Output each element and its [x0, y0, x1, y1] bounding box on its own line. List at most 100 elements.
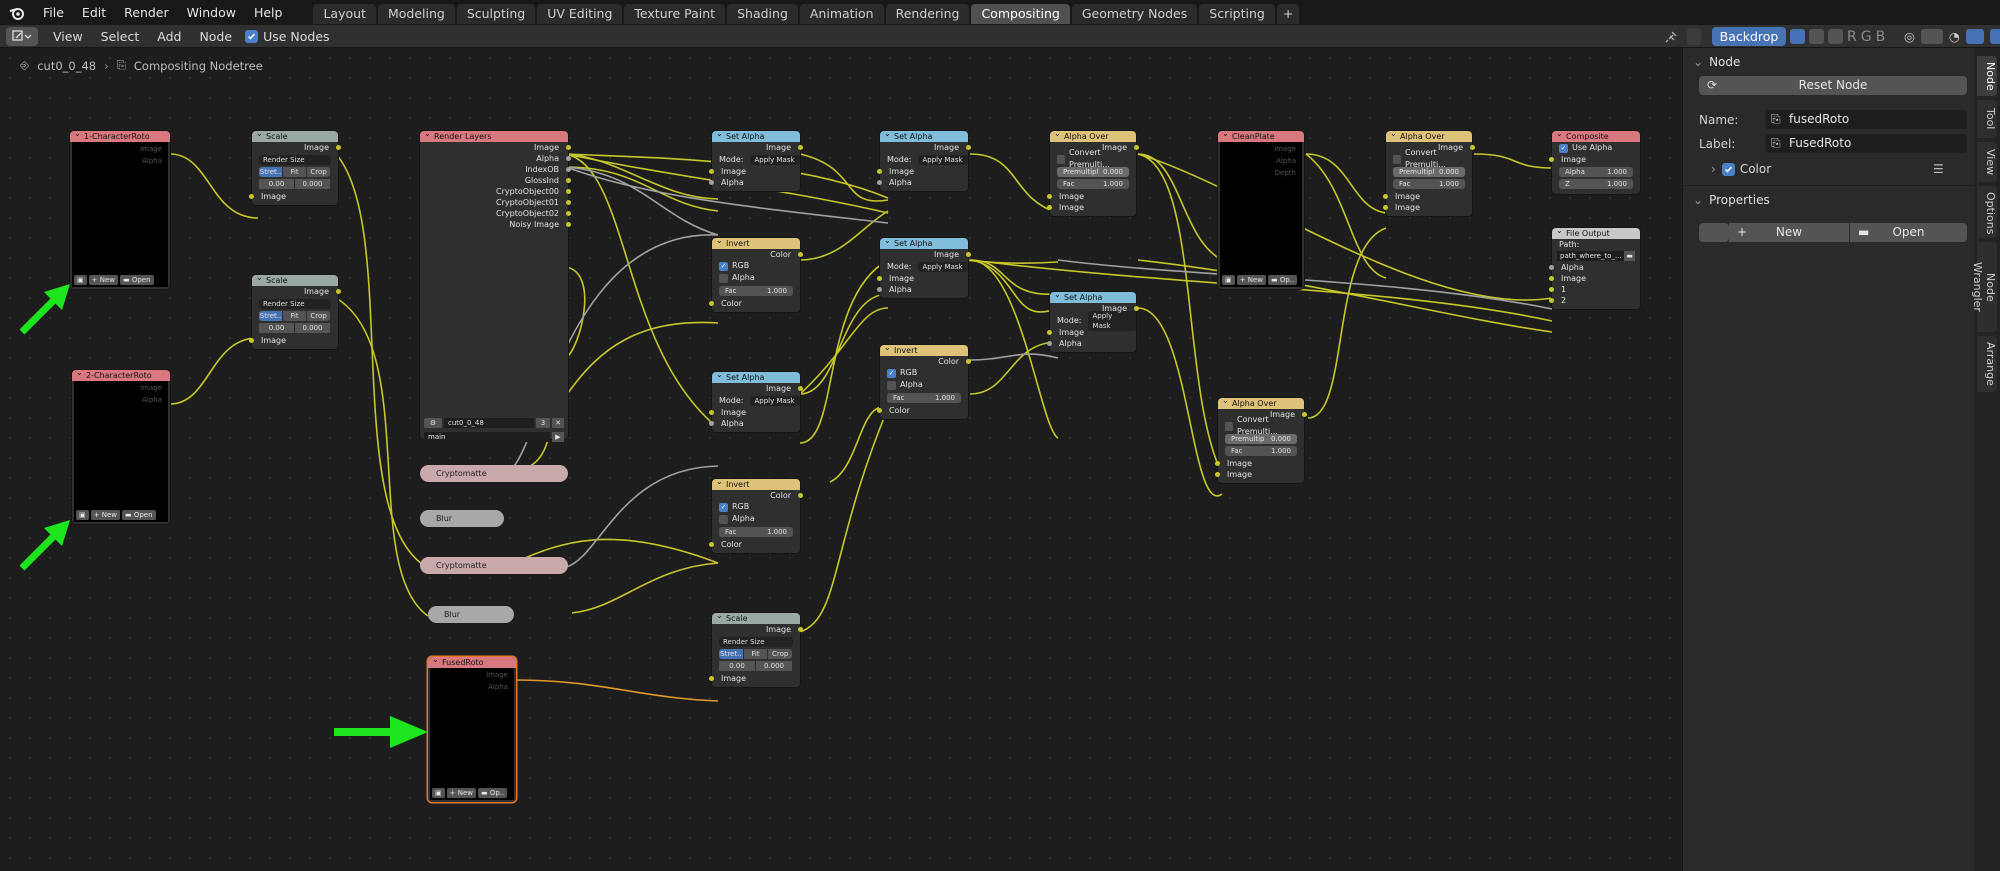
new-image-button[interactable]: + New — [446, 788, 476, 798]
node-1-characterroto[interactable]: 1-CharacterRoto Image Alpha ▣+ New▬ Open — [70, 128, 170, 289]
backdrop-button[interactable]: Backdrop — [1712, 27, 1786, 46]
sidebar-tab-node-wrangler[interactable]: Node Wrangler — [1971, 242, 1997, 332]
node-header[interactable]: Alpha Over — [1050, 128, 1136, 142]
color-subpanel[interactable]: › Color — [1711, 162, 1771, 176]
output-cryptoobject00[interactable]: CryptoObject00 — [420, 186, 571, 197]
convert-premultiplied-checkbox[interactable]: Convert Premulti... — [1386, 148, 1472, 169]
node-blur-2[interactable]: Blur — [428, 606, 514, 623]
display-alpha-icon[interactable] — [1809, 29, 1824, 44]
open-image-button[interactable]: ▬ Open — [120, 275, 154, 285]
output-image[interactable]: Image — [880, 142, 971, 153]
input-alpha[interactable]: Alpha — [709, 177, 800, 188]
color-checkbox[interactable] — [1721, 162, 1735, 176]
node-alpha-over-3[interactable]: Alpha Over Image Convert Premulti... Pre… — [1215, 395, 1307, 483]
label-field[interactable]: ⎘ FusedRoto — [1765, 134, 1967, 153]
menu-file[interactable]: File — [34, 5, 73, 20]
output-alpha[interactable]: Alpha — [420, 153, 571, 164]
output-image[interactable]: Image — [1386, 142, 1475, 153]
node-invert-1[interactable]: Invert Color ✓RGB Alpha Fac1.000 Color — [709, 235, 803, 312]
tab-texture-paint[interactable]: Texture Paint — [624, 3, 726, 24]
node-header[interactable]: Set Alpha — [880, 235, 968, 249]
scale-space-dropdown[interactable]: Render Size — [259, 155, 331, 165]
output-color[interactable]: Color — [712, 490, 803, 501]
node-header[interactable]: Render Layers — [420, 128, 568, 142]
list-icon[interactable]: ☰ — [1933, 162, 1944, 176]
input-image-1[interactable]: Image — [1215, 458, 1304, 469]
pin-icon[interactable] — [1664, 28, 1678, 45]
snap-icon[interactable]: ◎ — [1904, 29, 1915, 44]
open-image-button[interactable]: ▬ Open — [122, 510, 156, 520]
offset-fields[interactable]: 0.00 0.000 — [259, 179, 331, 189]
node-header[interactable]: 1-CharacterRoto — [70, 128, 170, 142]
sidebar-tab-view[interactable]: View — [1977, 142, 1997, 182]
display-image-alpha-icon[interactable] — [1828, 29, 1843, 44]
tab-modeling[interactable]: Modeling — [377, 3, 455, 24]
new-image-button[interactable]: + New — [88, 275, 118, 285]
rgb-checkbox[interactable]: ✓ RGB — [712, 501, 800, 513]
node-cryptomatte-2[interactable]: Cryptomatte — [420, 557, 568, 574]
folder-icon[interactable]: ▬ — [1624, 251, 1635, 261]
tab-shading[interactable]: Shading — [727, 3, 798, 24]
properties-new-button[interactable]: + New — [1729, 223, 1849, 242]
new-image-button[interactable]: + New — [90, 510, 120, 520]
fac-slider[interactable]: Fac 1.000 — [719, 286, 793, 296]
name-field[interactable]: ⎘ fusedRoto — [1765, 110, 1967, 129]
mode-field[interactable]: Mode: Apply Mask — [712, 153, 800, 166]
node-panel-header[interactable]: ⌄ Node — [1683, 52, 1974, 72]
image-browse-icon[interactable] — [1699, 223, 1729, 242]
node-header[interactable]: CleanPlate — [1218, 128, 1304, 142]
fac-slider[interactable]: Fac 1.000 — [719, 527, 793, 537]
node-invert-2[interactable]: Invert Color ✓RGB Alpha Fac1.000 Color — [709, 476, 803, 553]
premultiplied-field[interactable]: Premultip 0.000 — [1225, 434, 1297, 444]
scale-space-dropdown[interactable]: Render Size — [259, 299, 331, 309]
node-invert-3[interactable]: Invert Color ✓RGB Alpha Fac1.000 Color — [877, 342, 971, 419]
node-header[interactable]: FusedRoto — [428, 654, 516, 668]
use-nodes-checkbox[interactable] — [245, 29, 259, 43]
node-header[interactable]: Alpha Over — [1218, 395, 1304, 409]
node-alpha-over-2[interactable]: Alpha Over Image Convert Premulti... Pre… — [1383, 128, 1475, 216]
new-image-button[interactable]: + New — [1236, 275, 1266, 285]
frame-type-buttons[interactable]: Stret.. Fit Crop — [259, 167, 331, 177]
output-color[interactable]: Color — [880, 356, 971, 367]
input-image[interactable]: Image — [877, 273, 968, 284]
input-image-2[interactable]: Image — [1383, 202, 1472, 213]
input-alpha[interactable]: Alpha — [877, 177, 968, 188]
input-color[interactable]: Color — [709, 298, 800, 309]
scale-space-dropdown[interactable]: Render Size — [719, 637, 793, 647]
mode-field[interactable]: Mode: Apply Mask — [880, 260, 968, 273]
channel-r[interactable]: R — [1847, 29, 1857, 45]
output-image[interactable]: Image — [880, 249, 971, 260]
sidebar-tab-arrange[interactable]: Arrange — [1977, 336, 1997, 392]
input-image[interactable]: Image — [709, 407, 800, 418]
output-image[interactable]: Image — [1050, 303, 1139, 314]
output-indexob[interactable]: IndexOB — [420, 164, 571, 175]
input-image[interactable]: Image — [1047, 327, 1136, 338]
node-render-layers[interactable]: Render Layers Image Alpha IndexOB GlossI… — [420, 128, 571, 442]
fac-slider[interactable]: Fac 1.000 — [1057, 179, 1129, 189]
node-header[interactable]: Invert — [712, 235, 800, 249]
input-image[interactable]: Image — [1549, 154, 1640, 165]
fac-slider[interactable]: Fac 1.000 — [887, 393, 961, 403]
input-color[interactable]: Color — [709, 539, 800, 550]
node-2-characterroto[interactable]: 2-CharacterRoto Image Alpha ▣+ New▬ Open — [72, 367, 170, 524]
alpha-checkbox[interactable]: Alpha — [712, 272, 800, 284]
image-browse-icon[interactable]: ▣ — [1222, 275, 1235, 285]
node-composite[interactable]: Composite ✓Use Alpha Image Alpha1.000 Z1… — [1549, 128, 1640, 194]
node-header[interactable]: File Output — [1552, 225, 1640, 239]
output-cryptoobject02[interactable]: CryptoObject02 — [420, 208, 571, 219]
output-image[interactable]: Image — [252, 142, 341, 153]
input-color[interactable]: Color — [877, 405, 968, 416]
node-header[interactable]: Set Alpha — [1050, 289, 1136, 303]
blender-logo-icon[interactable] — [6, 2, 28, 24]
header-menu-view[interactable]: View — [44, 29, 92, 44]
tab-scripting[interactable]: Scripting — [1199, 3, 1275, 24]
output-image[interactable]: Image — [712, 142, 803, 153]
menu-render[interactable]: Render — [115, 5, 178, 20]
offset-fields[interactable]: 0.00 0.000 — [719, 661, 793, 671]
sidebar-tab-options[interactable]: Options — [1977, 186, 1997, 238]
input-image-2[interactable]: Image — [1047, 202, 1136, 213]
input-alpha-field[interactable]: Alpha 1.000 — [1559, 167, 1633, 177]
node-header[interactable]: Invert — [880, 342, 968, 356]
premultiplied-field[interactable]: Premultipl 0.000 — [1057, 167, 1129, 177]
rgb-checkbox[interactable]: ✓ RGB — [712, 260, 800, 272]
